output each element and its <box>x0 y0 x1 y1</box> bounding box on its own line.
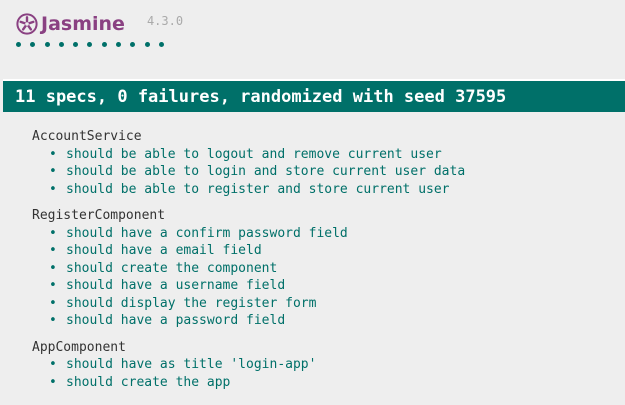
spec-item: • should have as title 'login-app' <box>49 356 612 374</box>
spec-passed-bullet-icon: • <box>49 357 57 372</box>
spec-passed-bullet-icon: • <box>49 278 57 293</box>
spec-link[interactable]: should have a username field <box>66 277 285 295</box>
suite: RegisterComponent • should have a confirm … <box>32 207 612 330</box>
spec-passed-bullet-icon: • <box>49 243 57 258</box>
jasmine-logo-link[interactable]: Jasmine <box>16 10 125 38</box>
spec-passed-dot[interactable] <box>158 42 164 47</box>
summary-bar: 11 specs, 0 failures, randomized with se… <box>3 79 625 112</box>
spec-list: • should be able to logout and remove cur… <box>32 146 612 199</box>
spec-link[interactable]: should have a email field <box>66 242 262 260</box>
suite-name-link[interactable]: AppComponent <box>32 339 612 357</box>
spec-link[interactable]: should have a password field <box>66 312 285 330</box>
spec-item: • should be able to logout and remove cur… <box>49 146 612 164</box>
spec-item: • should have a username field <box>49 277 612 295</box>
jasmine-flower-icon <box>16 13 38 35</box>
spec-passed-dot[interactable] <box>101 42 107 47</box>
spec-passed-dot[interactable] <box>16 42 21 47</box>
jasmine-logo-text: Jasmine <box>41 13 125 35</box>
suite-name-link[interactable]: AccountService <box>32 128 612 146</box>
version-label: 4.3.0 <box>146 14 184 28</box>
spec-passed-dot[interactable] <box>116 42 122 47</box>
spec-item: • should create the component <box>49 260 612 278</box>
spec-passed-bullet-icon: • <box>49 313 57 328</box>
spec-list: • should have as title 'login-app' • should… <box>32 356 612 391</box>
spec-link[interactable]: should be able to login and store curren… <box>66 163 465 181</box>
spec-link[interactable]: should have a confirm password field <box>66 225 348 243</box>
spec-passed-dot[interactable] <box>87 42 93 47</box>
spec-item: • should have a email field <box>49 242 612 260</box>
spec-item: • should display the register form <box>49 295 612 313</box>
suite-name-link[interactable]: RegisterComponent <box>32 207 612 225</box>
spec-passed-dot[interactable] <box>144 42 150 47</box>
spec-passed-bullet-icon: • <box>49 295 57 311</box>
spec-progress-dots <box>16 42 164 47</box>
summary-text: 11 specs, 0 failures, randomized with se… <box>15 86 507 107</box>
jasmine-banner: Jasmine 4.3.0 <box>16 10 183 38</box>
spec-link[interactable]: should create the app <box>66 374 230 392</box>
spec-passed-bullet-icon: • <box>49 181 57 197</box>
spec-passed-bullet-icon: • <box>49 374 57 390</box>
spec-item: • should be able to login and store curre… <box>49 163 612 181</box>
spec-item: • should have a password field <box>49 312 612 330</box>
spec-link[interactable]: should create the component <box>66 260 277 278</box>
spec-passed-bullet-icon: • <box>49 260 57 276</box>
spec-passed-dot[interactable] <box>30 42 36 47</box>
spec-passed-dot[interactable] <box>44 42 50 47</box>
suite: AppComponent • should have as title 'login… <box>32 339 612 392</box>
spec-link[interactable]: should have as title 'login-app' <box>66 356 316 374</box>
spec-passed-bullet-icon: • <box>49 146 57 162</box>
spec-item: • should have a confirm password field <box>49 225 612 243</box>
spec-passed-bullet-icon: • <box>49 225 57 241</box>
spec-link[interactable]: should be able to logout and remove curr… <box>66 146 442 164</box>
spec-item: • should be able to register and store cu… <box>49 181 612 199</box>
spec-item: • should create the app <box>49 374 612 392</box>
suite: AccountService • should be able to logout … <box>32 128 612 198</box>
spec-link[interactable]: should be able to register and store cur… <box>66 181 450 199</box>
spec-passed-bullet-icon: • <box>49 164 57 179</box>
spec-link[interactable]: should display the register form <box>66 295 316 313</box>
spec-passed-dot[interactable] <box>58 42 64 47</box>
results-list: AccountService • should be able to logout … <box>32 128 612 400</box>
spec-passed-dot[interactable] <box>73 42 79 47</box>
spec-list: • should have a confirm password field • sh… <box>32 225 612 330</box>
spec-passed-dot[interactable] <box>130 42 136 47</box>
